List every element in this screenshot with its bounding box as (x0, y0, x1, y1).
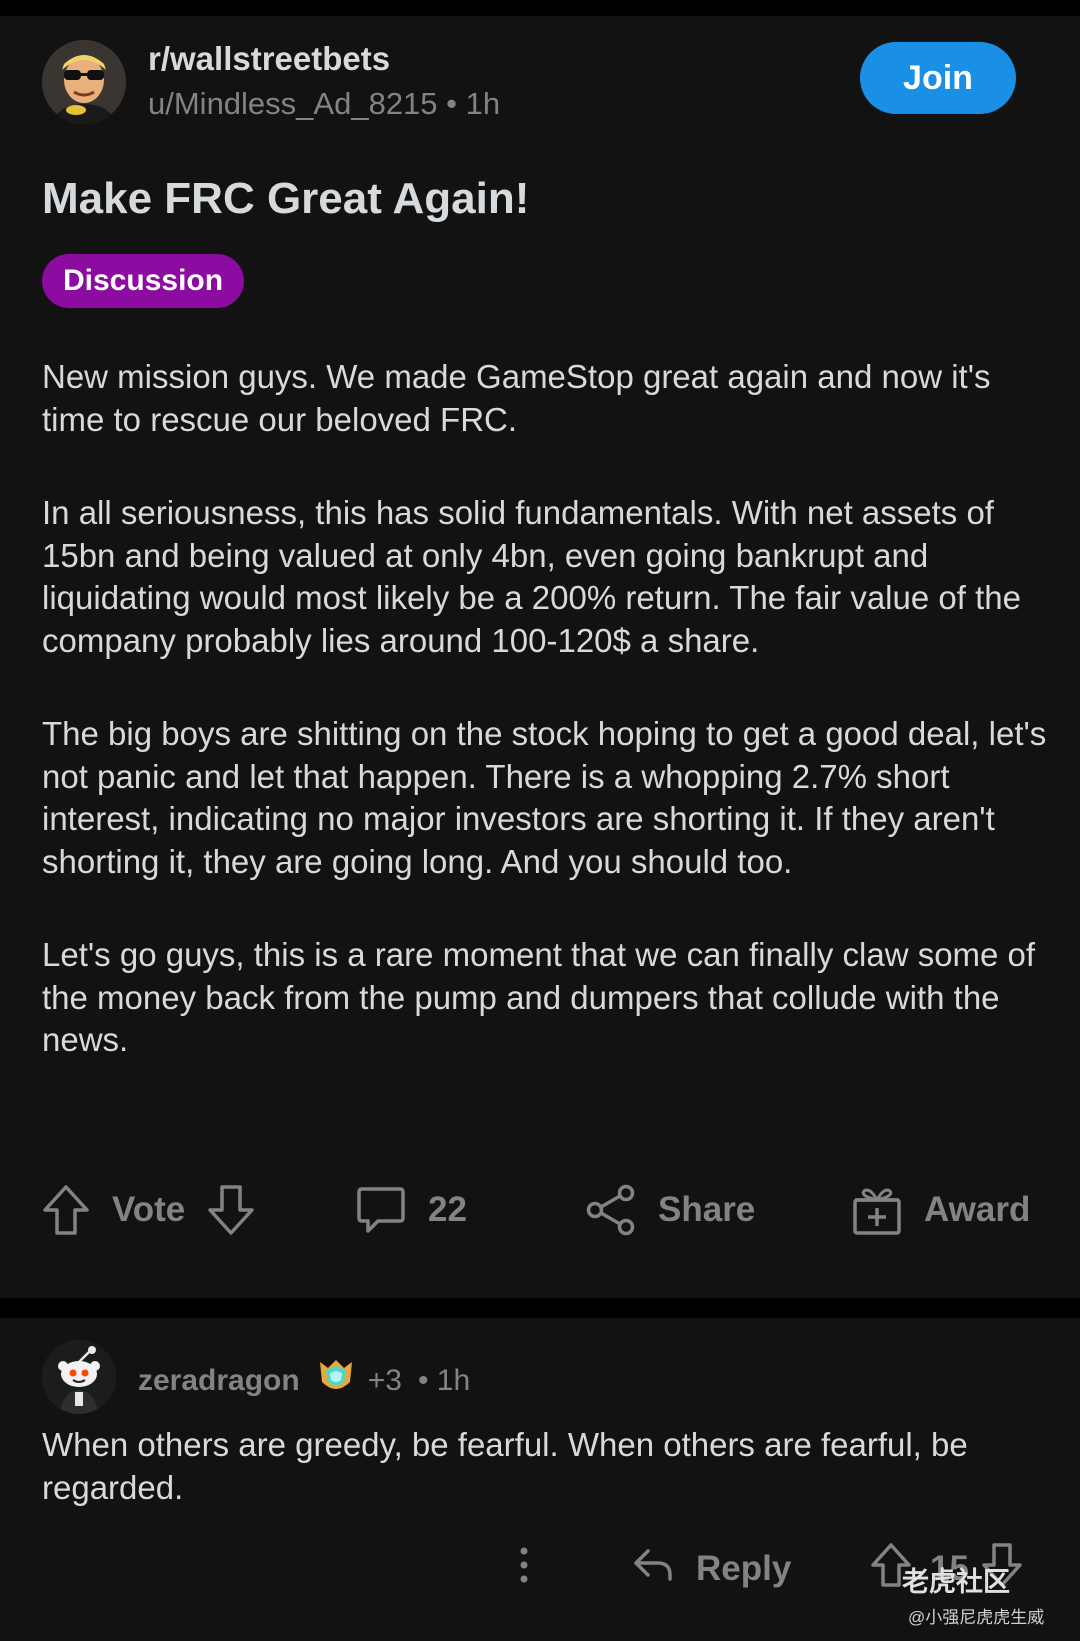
watermark-handle: @小强尼虎虎生威 (908, 1608, 1045, 1627)
post-separator (0, 1298, 1080, 1318)
vote-label: Vote (112, 1190, 186, 1229)
share-button[interactable]: Share (586, 1180, 755, 1240)
share-label: Share (658, 1190, 756, 1229)
comments-button[interactable]: 22 (356, 1180, 467, 1240)
comment-time: • 1h (417, 1364, 471, 1397)
comment-meta: zeradragon +3 • 1h (138, 1356, 470, 1406)
award-gift-icon (852, 1184, 902, 1236)
comment-username[interactable]: zeradragon (138, 1364, 300, 1398)
post-author-line[interactable]: u/Mindless_Ad_8215 • 1h (148, 86, 500, 122)
upvote-icon[interactable] (42, 1184, 90, 1236)
comment-count: 22 (428, 1190, 467, 1229)
award-label: Award (924, 1190, 1031, 1229)
post-paragraph-2: In all seriousness, this has solid funda… (42, 494, 1021, 659)
award-button[interactable]: Award (852, 1180, 1030, 1240)
post-body: New mission guys. We made GameStop great… (42, 356, 1052, 1113)
comment-bubble-icon (356, 1184, 406, 1236)
comment-body: When others are greedy, be fearful. When… (42, 1426, 968, 1506)
reply-arrow-icon (632, 1545, 674, 1594)
subreddit-avatar[interactable] (42, 40, 126, 124)
share-icon (586, 1184, 636, 1236)
post-paragraph-3: The big boys are shitting on the stock h… (42, 715, 1047, 880)
snoo-avatar-icon (42, 1340, 116, 1414)
downvote-icon[interactable] (207, 1184, 255, 1236)
comment-avatar[interactable] (42, 1340, 116, 1414)
watermark-logo-text: 老虎社区 (902, 1567, 1010, 1597)
join-button[interactable]: Join (860, 42, 1016, 114)
vote-control: Vote (42, 1180, 255, 1240)
comment-more-button[interactable] (516, 1538, 532, 1600)
more-options-icon (516, 1543, 532, 1596)
reply-label: Reply (696, 1549, 792, 1588)
post-flair[interactable]: Discussion (42, 254, 245, 308)
comment-reply-button[interactable]: Reply (632, 1538, 791, 1600)
post-title: Make FRC Great Again! (42, 174, 530, 223)
subreddit-avatar-image (42, 40, 126, 124)
award-shield-icon[interactable] (314, 1356, 358, 1406)
subreddit-name[interactable]: r/wallstreetbets (148, 40, 390, 78)
post-paragraph-4: Let's go guys, this is a rare moment tha… (42, 936, 1036, 1058)
comment-award-count: +3 (367, 1364, 402, 1397)
post-paragraph-1: New mission guys. We made GameStop great… (42, 358, 991, 438)
